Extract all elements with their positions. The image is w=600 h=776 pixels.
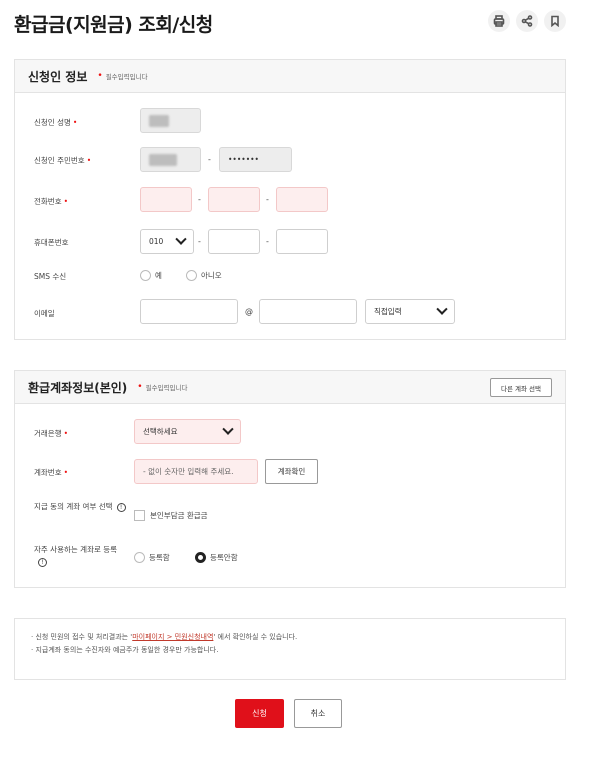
sms-label: SMS 수신 bbox=[34, 272, 67, 281]
mobile-dash-2: - bbox=[266, 237, 269, 246]
account-panel-title: 환급계좌정보(본인) bbox=[28, 380, 128, 395]
mobile-field-2[interactable] bbox=[208, 229, 260, 254]
phone-dash-2: - bbox=[266, 195, 269, 204]
page-title: 환급금(지원금) 조회/신청 bbox=[14, 14, 213, 36]
cancel-button[interactable]: 취소 bbox=[294, 699, 342, 728]
radio-selected-icon bbox=[195, 552, 206, 563]
rrn-label: 신청인 주민번호 • bbox=[34, 156, 92, 165]
apply-button[interactable]: 신청 bbox=[235, 699, 284, 728]
bookmark-icon[interactable] bbox=[544, 10, 566, 32]
radio-circle-icon bbox=[186, 270, 197, 281]
phone-field-1[interactable] bbox=[140, 187, 192, 212]
mobile-label: 휴대폰번호 bbox=[34, 238, 69, 247]
name-label: 신청인 성명 • bbox=[34, 118, 78, 127]
masked-rrn-front bbox=[149, 153, 177, 166]
required-note: • 필수입력입니다 bbox=[97, 71, 148, 81]
email-id-field[interactable] bbox=[140, 299, 238, 324]
verify-account-button[interactable]: 계좌확인 bbox=[265, 459, 318, 484]
phone-label: 전화번호 • bbox=[34, 197, 69, 206]
chevron-down-icon bbox=[436, 303, 448, 315]
email-label: 이메일 bbox=[34, 309, 55, 318]
radio-circle-icon bbox=[140, 270, 151, 281]
info-icon[interactable]: ! bbox=[116, 503, 126, 512]
info-icon[interactable]: ! bbox=[38, 558, 47, 567]
mobile-field-3[interactable] bbox=[276, 229, 328, 254]
notice-line-1: · 신청 민원의 접수 및 처리결과는 '마이페이지 > 민원신청내역' 에서 … bbox=[31, 633, 298, 641]
frequent-account-label: 자주 사용하는 계좌로 등록! bbox=[34, 545, 118, 567]
consent-checkbox[interactable]: 본인부담금 환급금 bbox=[134, 510, 208, 521]
required-note: • 필수입력입니다 bbox=[137, 382, 188, 392]
share-icon[interactable] bbox=[516, 10, 538, 32]
consent-label: 지급 동의 계좌 여부 선택! bbox=[34, 501, 129, 513]
account-panel-header: 환급계좌정보(본인) • 필수입력입니다 다른 계좌 선택 bbox=[15, 371, 565, 404]
phone-dash-1: - bbox=[198, 195, 201, 204]
applicant-name-field bbox=[140, 108, 201, 133]
notice-box: · 신청 민원의 접수 및 처리결과는 '마이페이지 > 민원신청내역' 에서 … bbox=[14, 618, 566, 680]
chevron-down-icon bbox=[222, 423, 234, 435]
required-dot-icon: • bbox=[137, 382, 143, 392]
account-info-panel: 환급계좌정보(본인) • 필수입력입니다 다른 계좌 선택 거래은행 • 선택하세요… bbox=[14, 370, 566, 588]
email-at-sign: @ bbox=[245, 307, 253, 316]
email-domain-select[interactable]: 직접입력 bbox=[365, 299, 455, 324]
sms-no-radio[interactable]: 아니오 bbox=[186, 270, 222, 281]
print-icon[interactable] bbox=[488, 10, 510, 32]
phone-field-2[interactable] bbox=[208, 187, 260, 212]
phone-field-3[interactable] bbox=[276, 187, 328, 212]
mobile-dash-1: - bbox=[198, 237, 201, 246]
masked-name bbox=[149, 114, 169, 127]
required-dot-icon: • bbox=[97, 71, 103, 81]
mobile-prefix-select[interactable]: 010 bbox=[140, 229, 194, 254]
checkbox-icon bbox=[134, 510, 145, 521]
notice-line-2: · 지급계좌 동의는 수진자와 예금주가 동일한 경우만 가능합니다. bbox=[31, 646, 219, 654]
other-account-button[interactable]: 다른 계좌 선택 bbox=[490, 378, 552, 397]
account-number-label: 계좌번호 • bbox=[34, 468, 69, 477]
applicant-panel-header: 신청인 정보 • 필수입력입니다 bbox=[15, 60, 565, 93]
mypage-link[interactable]: 마이페이지 > 민원신청내역 bbox=[132, 633, 213, 641]
register-no-radio[interactable]: 등록안함 bbox=[195, 552, 238, 563]
register-yes-radio[interactable]: 등록함 bbox=[134, 552, 170, 563]
chevron-down-icon bbox=[175, 233, 187, 245]
rrn-dash: - bbox=[208, 155, 211, 164]
applicant-info-panel: 신청인 정보 • 필수입력입니다 신청인 성명 • 신청인 주민번호 • - ••••… bbox=[14, 59, 566, 340]
applicant-panel-title: 신청인 정보 bbox=[28, 69, 88, 84]
sms-yes-radio[interactable]: 예 bbox=[140, 270, 162, 281]
header-actions bbox=[488, 10, 566, 32]
rrn-front-field bbox=[140, 147, 201, 172]
bank-label: 거래은행 • bbox=[34, 429, 69, 438]
account-number-input[interactable]: - 없이 숫자만 입력해 주세요. bbox=[134, 459, 258, 484]
rrn-back-field: ••••••• bbox=[219, 147, 292, 172]
email-domain-field[interactable] bbox=[259, 299, 357, 324]
radio-circle-icon bbox=[134, 552, 145, 563]
bank-select[interactable]: 선택하세요 bbox=[134, 419, 241, 444]
